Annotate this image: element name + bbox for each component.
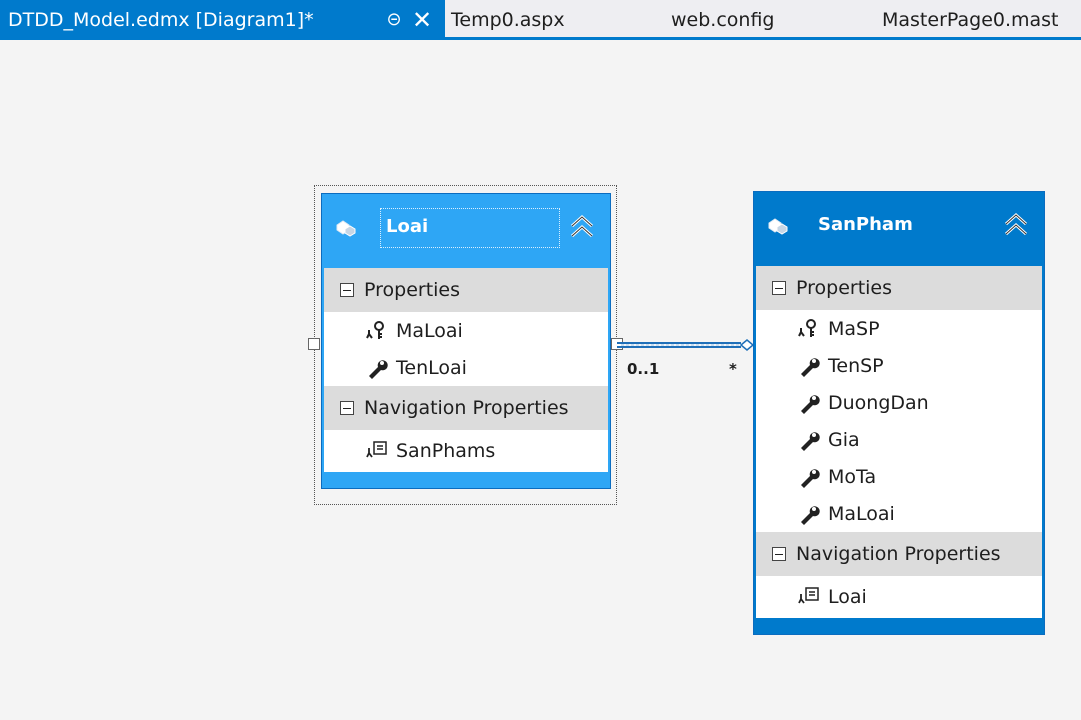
entity-type-icon	[336, 220, 356, 237]
property-name: TenSP	[828, 354, 884, 377]
property-name: MaLoai	[396, 319, 463, 342]
tab-dtdd-model-diagram[interactable]: DTDD_Model.edmx [Diagram1]* ⊝ ✕	[0, 0, 445, 37]
property-row[interactable]: Gia	[756, 421, 1042, 458]
multiplicity-right: *	[729, 360, 737, 378]
navigation-properties-section-header[interactable]: Navigation Properties	[756, 532, 1042, 576]
section-label: Properties	[796, 277, 893, 299]
property-row[interactable]: MaLoai	[756, 495, 1042, 532]
navigation-property-row[interactable]: Loai	[756, 576, 1042, 618]
navigation-property-name: Loai	[828, 586, 867, 608]
tab-temp0-aspx[interactable]: Temp0.aspx	[445, 0, 665, 37]
collapse-square-icon[interactable]	[340, 401, 354, 415]
tab-label: DTDD_Model.edmx [Diagram1]*	[8, 8, 314, 31]
entity-body: Properties MaLoai TenLoai Navigation Pro…	[322, 268, 610, 472]
association-line[interactable]	[617, 335, 757, 355]
property-row[interactable]: MaSP	[756, 310, 1042, 347]
property-name: MaSP	[828, 317, 880, 340]
navigation-property-icon	[798, 587, 819, 604]
entity-designer-canvas[interactable]: Loai Properties MaLoai TenLoai Navigatio…	[0, 40, 1081, 720]
property-name: Gia	[828, 428, 860, 451]
multiplicity-left: 0..1	[627, 360, 660, 378]
property-name: DuongDan	[828, 391, 929, 414]
key-property-icon	[366, 320, 384, 339]
collapse-chevron-icon[interactable]	[1002, 210, 1030, 240]
entity-title[interactable]: Loai	[386, 216, 428, 237]
tab-label: Temp0.aspx	[451, 8, 565, 31]
properties-section-header[interactable]: Properties	[324, 268, 608, 312]
section-label: Navigation Properties	[796, 543, 1001, 565]
collapse-square-icon[interactable]	[340, 283, 354, 297]
close-icon[interactable]: ✕	[409, 6, 435, 34]
key-property-icon	[798, 318, 816, 337]
entity-loai[interactable]: Loai Properties MaLoai TenLoai Navigatio…	[321, 193, 611, 489]
tab-masterpage0[interactable]: MasterPage0.mast	[878, 0, 1081, 37]
entity-body: Properties MaSP TenSP DuongDan Gia MoTa …	[754, 266, 1044, 618]
property-row[interactable]: MaLoai	[324, 312, 608, 349]
properties-section-header[interactable]: Properties	[756, 266, 1042, 310]
entity-footer	[322, 472, 610, 488]
property-wrench-icon	[801, 505, 820, 525]
collapse-chevron-icon[interactable]	[568, 212, 596, 242]
tab-label: web.config	[671, 8, 775, 31]
property-name: MaLoai	[828, 502, 895, 525]
tab-label: MasterPage0.mast	[882, 8, 1059, 31]
property-name: MoTa	[828, 465, 877, 488]
resize-handle-left[interactable]	[308, 338, 320, 350]
navigation-properties-section-header[interactable]: Navigation Properties	[324, 386, 608, 430]
property-wrench-icon	[801, 357, 820, 377]
property-row[interactable]: TenSP	[756, 347, 1042, 384]
entity-header[interactable]: SanPham	[754, 192, 1044, 266]
pin-icon[interactable]: ⊝	[379, 9, 409, 30]
collapse-square-icon[interactable]	[772, 281, 786, 295]
property-wrench-icon	[801, 394, 820, 414]
navigation-property-row[interactable]: SanPhams	[324, 430, 608, 472]
section-label: Properties	[364, 279, 461, 301]
entity-sanpham[interactable]: SanPham Properties MaSP TenSP DuongDan G…	[753, 191, 1045, 635]
tab-web-config[interactable]: web.config	[665, 0, 878, 37]
property-row[interactable]: MoTa	[756, 458, 1042, 495]
property-name: TenLoai	[396, 356, 467, 379]
document-tab-strip: DTDD_Model.edmx [Diagram1]* ⊝ ✕ Temp0.as…	[0, 0, 1081, 40]
collapse-square-icon[interactable]	[772, 547, 786, 561]
property-wrench-icon	[369, 359, 388, 379]
section-label: Navigation Properties	[364, 397, 569, 419]
entity-type-icon	[768, 218, 788, 235]
property-row[interactable]: TenLoai	[324, 349, 608, 386]
property-wrench-icon	[801, 468, 820, 488]
navigation-property-name: SanPhams	[396, 440, 496, 462]
entity-footer	[754, 618, 1044, 634]
navigation-property-icon	[366, 441, 387, 458]
property-row[interactable]: DuongDan	[756, 384, 1042, 421]
entity-title[interactable]: SanPham	[818, 214, 913, 235]
entity-header[interactable]: Loai	[322, 194, 610, 268]
property-wrench-icon	[801, 431, 820, 451]
